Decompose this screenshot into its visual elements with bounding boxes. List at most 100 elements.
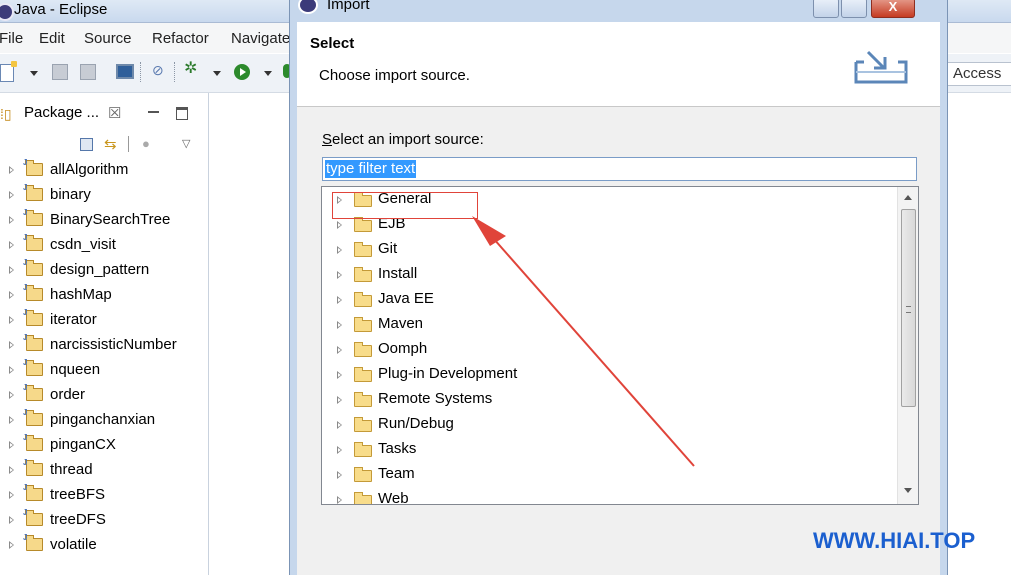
tree-item-label: General bbox=[378, 190, 432, 207]
new-icon[interactable] bbox=[0, 61, 17, 82]
expand-arrow-icon[interactable] bbox=[337, 296, 342, 304]
project-item[interactable]: hashMap bbox=[0, 283, 206, 309]
collapse-all-icon[interactable] bbox=[80, 138, 93, 151]
tree-item[interactable]: Git bbox=[322, 237, 897, 262]
project-item[interactable]: pinganchanxian bbox=[0, 408, 206, 434]
expand-arrow-icon[interactable] bbox=[9, 491, 14, 499]
maximize-button[interactable] bbox=[841, 0, 867, 18]
chevron-down-icon[interactable] bbox=[30, 71, 38, 76]
project-label: treeDFS bbox=[50, 511, 106, 528]
expand-arrow-icon[interactable] bbox=[337, 471, 342, 479]
tree-item-label: Team bbox=[378, 465, 415, 482]
tree-item[interactable]: Tasks bbox=[322, 437, 897, 462]
expand-arrow-icon[interactable] bbox=[9, 391, 14, 399]
project-item[interactable]: BinarySearchTree bbox=[0, 208, 206, 234]
expand-arrow-icon[interactable] bbox=[337, 246, 342, 254]
expand-arrow-icon[interactable] bbox=[337, 496, 342, 504]
view-menu-icon[interactable]: ▽ bbox=[182, 137, 190, 150]
project-item[interactable]: pinganCX bbox=[0, 433, 206, 459]
scroll-down-icon[interactable] bbox=[904, 488, 912, 493]
expand-arrow-icon[interactable] bbox=[337, 396, 342, 404]
menu-refactor[interactable]: Refactor bbox=[152, 30, 209, 47]
project-label: order bbox=[50, 386, 86, 403]
project-item[interactable]: csdn_visit bbox=[0, 233, 206, 259]
project-item[interactable]: treeDFS bbox=[0, 508, 206, 534]
chevron-down-icon[interactable] bbox=[264, 71, 272, 76]
save-all-icon[interactable] bbox=[80, 64, 96, 80]
expand-arrow-icon[interactable] bbox=[337, 271, 342, 279]
menu-navigate[interactable]: Navigate bbox=[231, 30, 290, 47]
focus-task-icon[interactable]: ● bbox=[142, 136, 150, 151]
scroll-up-icon[interactable] bbox=[904, 195, 912, 200]
expand-arrow-icon[interactable] bbox=[9, 291, 14, 299]
expand-arrow-icon[interactable] bbox=[9, 191, 14, 199]
tree-item[interactable]: Install bbox=[322, 262, 897, 287]
expand-arrow-icon[interactable] bbox=[9, 441, 14, 449]
expand-arrow-icon[interactable] bbox=[337, 221, 342, 229]
expand-arrow-icon[interactable] bbox=[337, 421, 342, 429]
expand-arrow-icon[interactable] bbox=[9, 516, 14, 524]
minimize-button[interactable] bbox=[813, 0, 839, 18]
run-icon[interactable] bbox=[234, 64, 250, 80]
expand-arrow-icon[interactable] bbox=[9, 316, 14, 324]
package-explorer-tab[interactable]: ⁞▯ Package ... ☒ bbox=[0, 99, 208, 129]
expand-arrow-icon[interactable] bbox=[9, 241, 14, 249]
eclipse-app-icon bbox=[298, 0, 318, 14]
menu-edit[interactable]: Edit bbox=[39, 30, 65, 47]
expand-arrow-icon[interactable] bbox=[9, 341, 14, 349]
tree-item[interactable]: Run/Debug bbox=[322, 412, 897, 437]
expand-arrow-icon[interactable] bbox=[9, 416, 14, 424]
project-item[interactable]: nqueen bbox=[0, 358, 206, 384]
expand-arrow-icon[interactable] bbox=[337, 321, 342, 329]
tree-item[interactable]: EJB bbox=[322, 212, 897, 237]
vertical-scrollbar[interactable] bbox=[897, 187, 918, 504]
project-item[interactable]: thread bbox=[0, 458, 206, 484]
project-label: pinganCX bbox=[50, 436, 116, 453]
package-explorer: ⁞▯ Package ... ☒ ⇆ ● ▽ allAlgorithm binar… bbox=[0, 93, 209, 575]
tree-item[interactable]: General bbox=[322, 187, 897, 212]
debug-icon[interactable]: ✲ bbox=[184, 61, 198, 77]
chevron-down-icon[interactable] bbox=[213, 71, 221, 76]
tree-item[interactable]: Plug-in Development bbox=[322, 362, 897, 387]
expand-arrow-icon[interactable] bbox=[337, 346, 342, 354]
expand-arrow-icon[interactable] bbox=[337, 371, 342, 379]
import-dialog: Import X Select Choose import source. Se… bbox=[289, 0, 948, 575]
expand-arrow-icon[interactable] bbox=[9, 541, 14, 549]
close-button[interactable]: X bbox=[871, 0, 915, 18]
minimize-icon[interactable] bbox=[148, 111, 159, 113]
expand-arrow-icon[interactable] bbox=[9, 366, 14, 374]
project-item[interactable]: allAlgorithm bbox=[0, 158, 206, 184]
tree-item[interactable]: Java EE bbox=[322, 287, 897, 312]
project-item[interactable]: iterator bbox=[0, 308, 206, 334]
close-icon[interactable]: ☒ bbox=[108, 104, 121, 122]
project-item[interactable]: design_pattern bbox=[0, 258, 206, 284]
expand-arrow-icon[interactable] bbox=[9, 216, 14, 224]
tree-item[interactable]: Team bbox=[322, 462, 897, 487]
project-item[interactable]: order bbox=[0, 383, 206, 409]
menu-file[interactable]: File bbox=[0, 30, 23, 47]
skip-breakpoints-icon[interactable]: ⊘ bbox=[152, 62, 164, 78]
filter-input[interactable]: type filter text bbox=[322, 157, 917, 181]
tree-item[interactable]: Remote Systems bbox=[322, 387, 897, 412]
project-item[interactable]: treeBFS bbox=[0, 483, 206, 509]
scrollbar-thumb[interactable] bbox=[901, 209, 916, 407]
save-icon[interactable] bbox=[52, 64, 68, 80]
expand-arrow-icon[interactable] bbox=[9, 266, 14, 274]
tree-item[interactable]: Web bbox=[322, 487, 897, 504]
quick-access-input[interactable]: Access bbox=[942, 62, 1011, 86]
project-item[interactable]: narcissisticNumber bbox=[0, 333, 206, 359]
link-with-editor-icon[interactable]: ⇆ bbox=[104, 135, 117, 153]
tree-item[interactable]: Maven bbox=[322, 312, 897, 337]
tree-item[interactable]: Oomph bbox=[322, 337, 897, 362]
java-project-icon bbox=[23, 158, 43, 176]
expand-arrow-icon[interactable] bbox=[337, 446, 342, 454]
expand-arrow-icon[interactable] bbox=[9, 466, 14, 474]
project-list: allAlgorithm binary BinarySearchTree csdn_v… bbox=[0, 158, 206, 559]
expand-arrow-icon[interactable] bbox=[337, 196, 342, 204]
menu-source[interactable]: Source bbox=[84, 30, 132, 47]
expand-arrow-icon[interactable] bbox=[9, 166, 14, 174]
project-item[interactable]: volatile bbox=[0, 533, 206, 559]
terminal-icon[interactable] bbox=[116, 64, 134, 79]
maximize-icon[interactable] bbox=[176, 107, 188, 120]
project-item[interactable]: binary bbox=[0, 183, 206, 209]
